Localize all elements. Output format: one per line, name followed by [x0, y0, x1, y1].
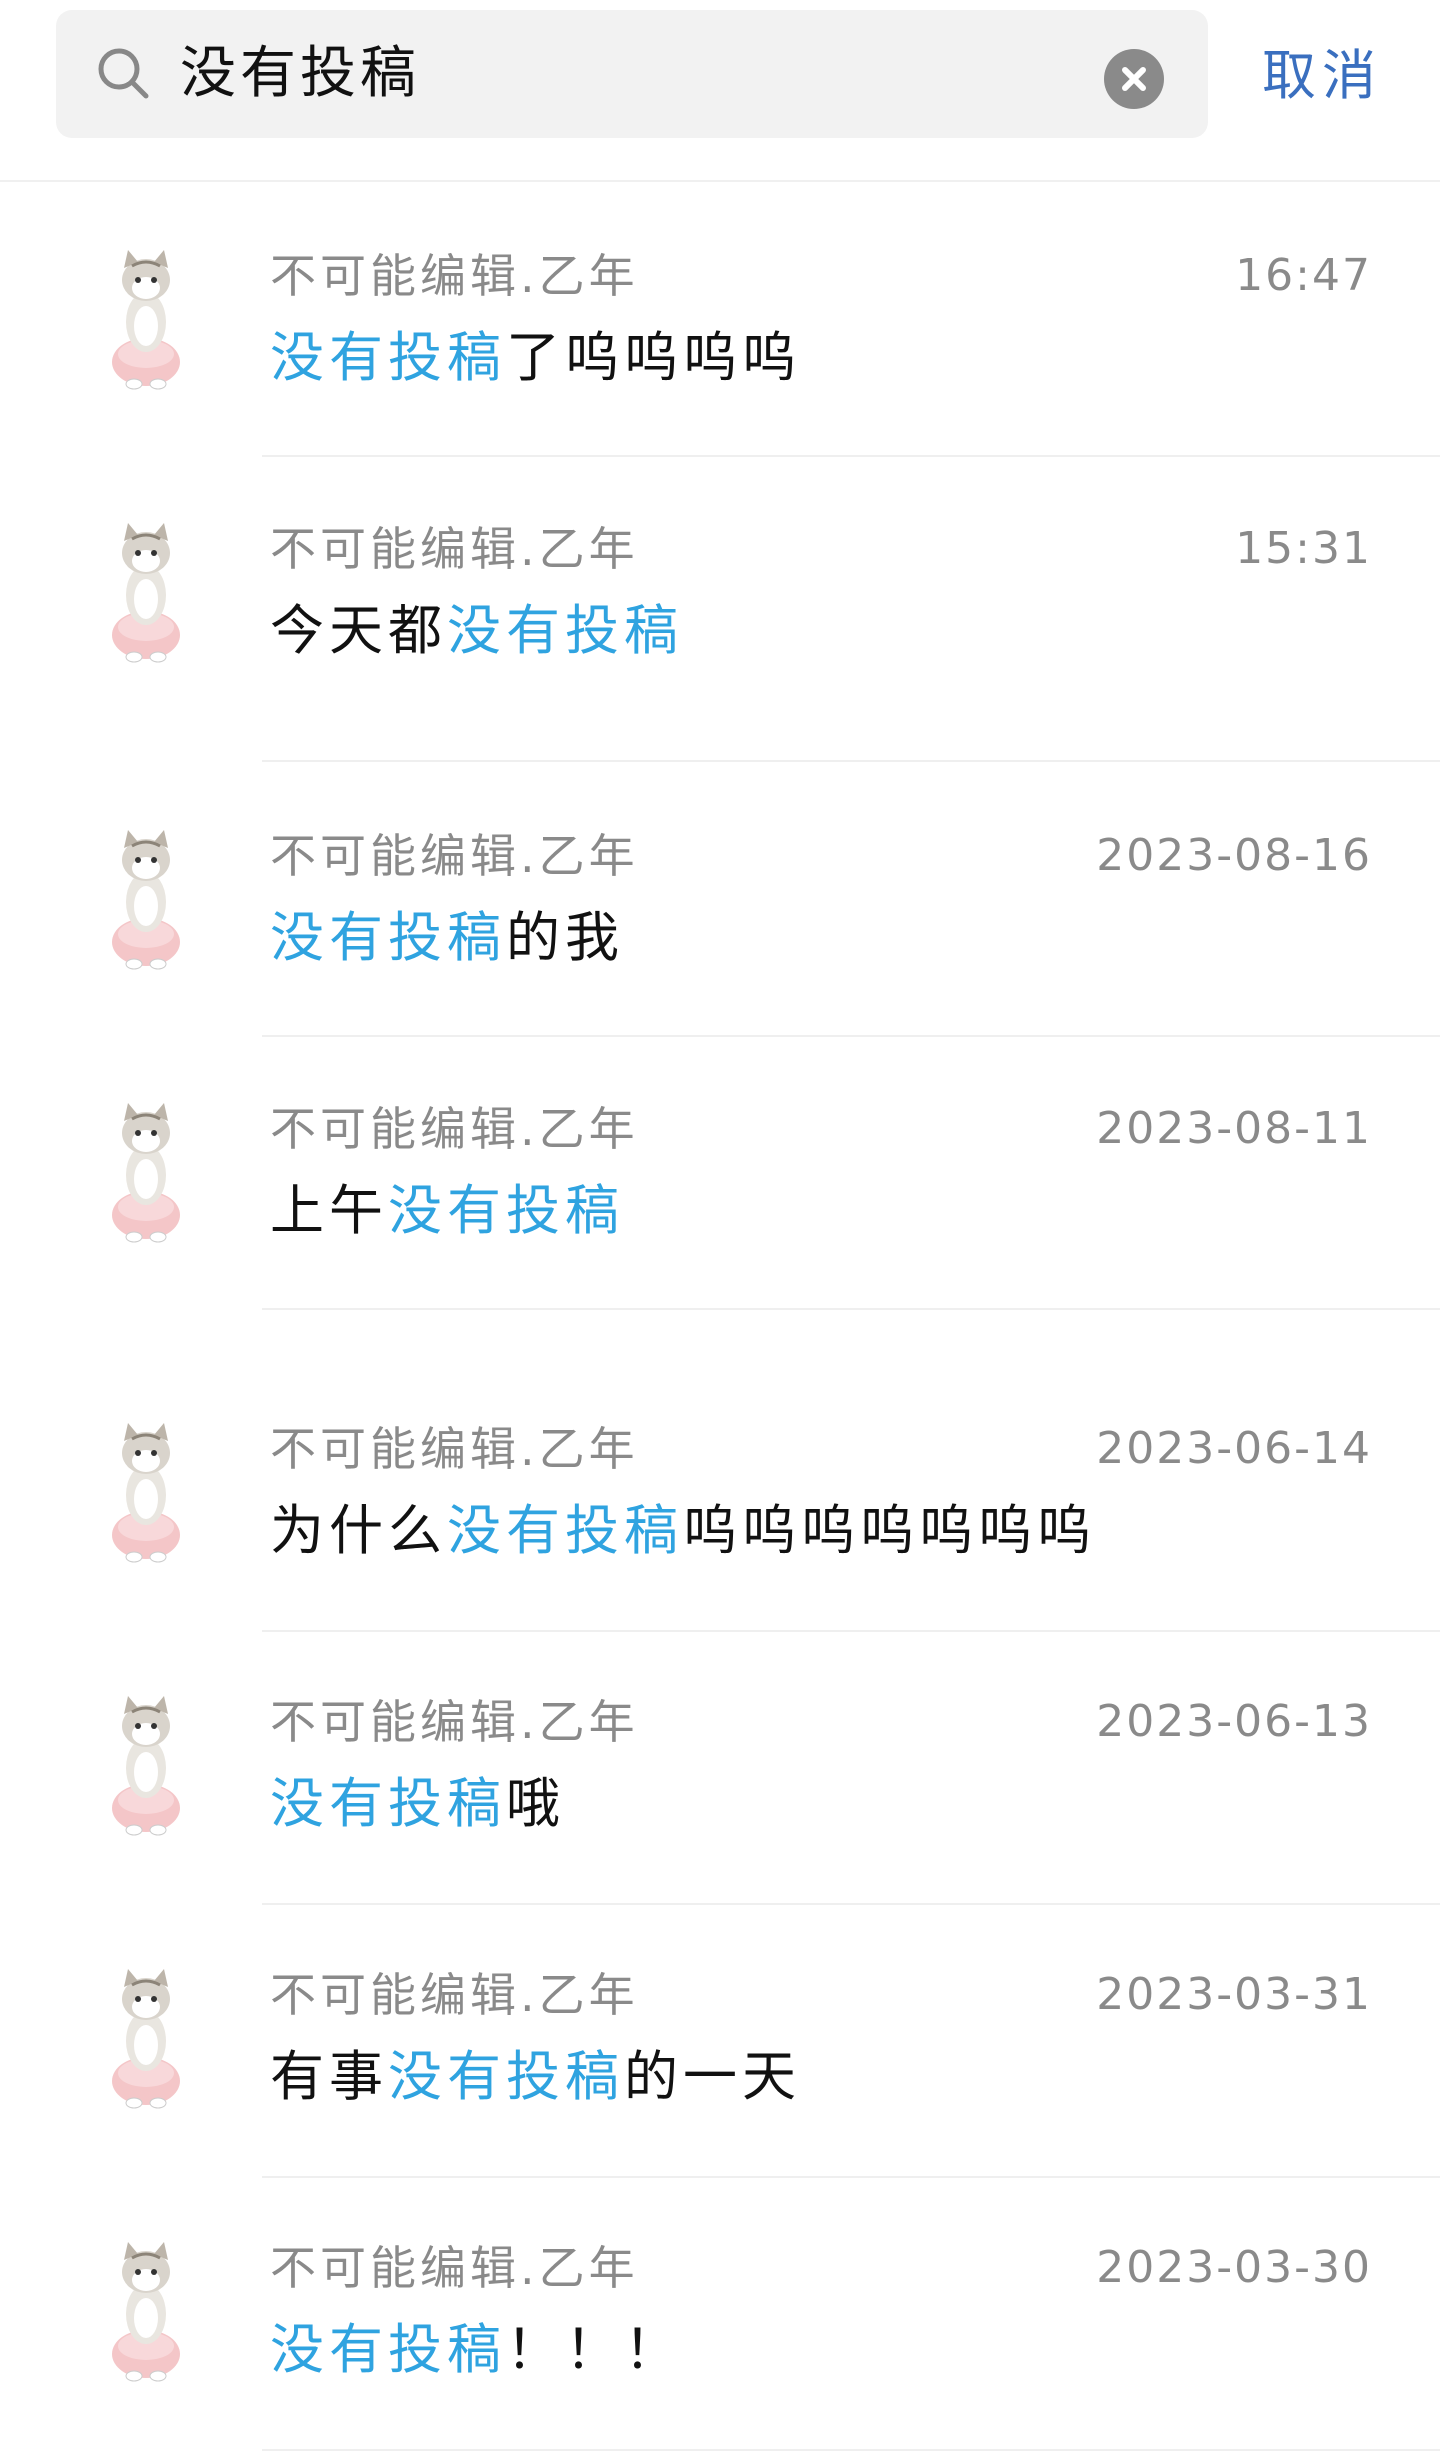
- message-text-after: 呜呜呜呜呜呜呜: [683, 1499, 1096, 1562]
- sender-name: 不可能编辑.乙年: [270, 1695, 639, 1749]
- message-text-before: 有事: [270, 2045, 388, 2108]
- avatar: [106, 1963, 186, 2113]
- message-timestamp: 2023-08-16: [1096, 830, 1372, 881]
- avatar: [106, 1417, 186, 1567]
- message-text: 没有投稿！！！: [270, 2312, 683, 2388]
- message-text: 为什么没有投稿呜呜呜呜呜呜呜: [270, 1493, 1096, 1569]
- sender-name: 不可能编辑.乙年: [270, 1422, 639, 1476]
- row-divider: [262, 760, 1440, 762]
- search-results-list: 不可能编辑.乙年 16:47 没有投稿了呜呜呜呜 不可能编辑.乙年 15:31 今天都没有…: [0, 0, 1440, 2462]
- keyword-highlight: 没有投稿: [447, 599, 683, 662]
- search-result-item[interactable]: 不可能编辑.乙年 2023-06-13 没有投稿哦: [0, 1686, 1440, 1886]
- search-result-item[interactable]: 不可能编辑.乙年 2023-06-14 为什么没有投稿呜呜呜呜呜呜呜: [0, 1413, 1440, 1613]
- keyword-highlight: 没有投稿: [270, 906, 506, 969]
- message-text: 没有投稿了呜呜呜呜: [270, 320, 801, 396]
- row-divider: [262, 1308, 1440, 1310]
- avatar: [106, 824, 186, 974]
- message-text-before: 为什么: [270, 1499, 447, 1562]
- message-text: 有事没有投稿的一天: [270, 2039, 801, 2115]
- sender-name: 不可能编辑.乙年: [270, 249, 639, 303]
- message-timestamp: 2023-08-11: [1096, 1103, 1372, 1154]
- search-result-item[interactable]: 不可能编辑.乙年 2023-08-11 上午没有投稿: [0, 1093, 1440, 1293]
- avatar: [106, 517, 186, 667]
- message-timestamp: 15:31: [1235, 523, 1372, 574]
- message-text-after: 了呜呜呜呜: [506, 326, 801, 389]
- message-text-after: 的一天: [624, 2045, 801, 2108]
- search-result-item[interactable]: 不可能编辑.乙年 15:31 今天都没有投稿: [0, 513, 1440, 713]
- row-divider: [262, 2176, 1440, 2178]
- keyword-highlight: 没有投稿: [270, 2318, 506, 2381]
- message-text-before: 今天都: [270, 599, 447, 662]
- message-text-after: 哦: [506, 1772, 565, 1835]
- avatar: [106, 1097, 186, 1247]
- search-result-item[interactable]: 不可能编辑.乙年 16:47 没有投稿了呜呜呜呜: [0, 240, 1440, 440]
- message-timestamp: 16:47: [1235, 250, 1372, 301]
- message-text: 没有投稿的我: [270, 900, 624, 976]
- message-text-after: ！！！: [506, 2318, 683, 2381]
- sender-name: 不可能编辑.乙年: [270, 1102, 639, 1156]
- avatar: [106, 1690, 186, 1840]
- search-result-item[interactable]: 不可能编辑.乙年 2023-03-30 没有投稿！！！: [0, 2232, 1440, 2432]
- message-text: 没有投稿哦: [270, 1766, 565, 1842]
- keyword-highlight: 没有投稿: [388, 2045, 624, 2108]
- message-timestamp: 2023-06-13: [1096, 1696, 1372, 1747]
- sender-name: 不可能编辑.乙年: [270, 829, 639, 883]
- keyword-highlight: 没有投稿: [270, 326, 506, 389]
- message-text: 今天都没有投稿: [270, 593, 683, 669]
- row-divider: [262, 1630, 1440, 1632]
- keyword-highlight: 没有投稿: [270, 1772, 506, 1835]
- avatar: [106, 244, 186, 394]
- row-divider: [262, 1035, 1440, 1037]
- row-divider: [262, 455, 1440, 457]
- message-timestamp: 2023-06-14: [1096, 1423, 1372, 1474]
- message-text-before: 上午: [270, 1179, 388, 1242]
- message-text: 上午没有投稿: [270, 1173, 624, 1249]
- keyword-highlight: 没有投稿: [388, 1179, 624, 1242]
- search-result-item[interactable]: 不可能编辑.乙年 2023-03-31 有事没有投稿的一天: [0, 1959, 1440, 2159]
- keyword-highlight: 没有投稿: [447, 1499, 683, 1562]
- message-timestamp: 2023-03-31: [1096, 1969, 1372, 2020]
- row-divider: [262, 1903, 1440, 1905]
- sender-name: 不可能编辑.乙年: [270, 2241, 639, 2295]
- row-divider: [262, 2449, 1440, 2451]
- avatar: [106, 2236, 186, 2386]
- search-result-item[interactable]: 不可能编辑.乙年 2023-08-16 没有投稿的我: [0, 820, 1440, 1020]
- message-timestamp: 2023-03-30: [1096, 2242, 1372, 2293]
- sender-name: 不可能编辑.乙年: [270, 522, 639, 576]
- sender-name: 不可能编辑.乙年: [270, 1968, 639, 2022]
- message-text-after: 的我: [506, 906, 624, 969]
